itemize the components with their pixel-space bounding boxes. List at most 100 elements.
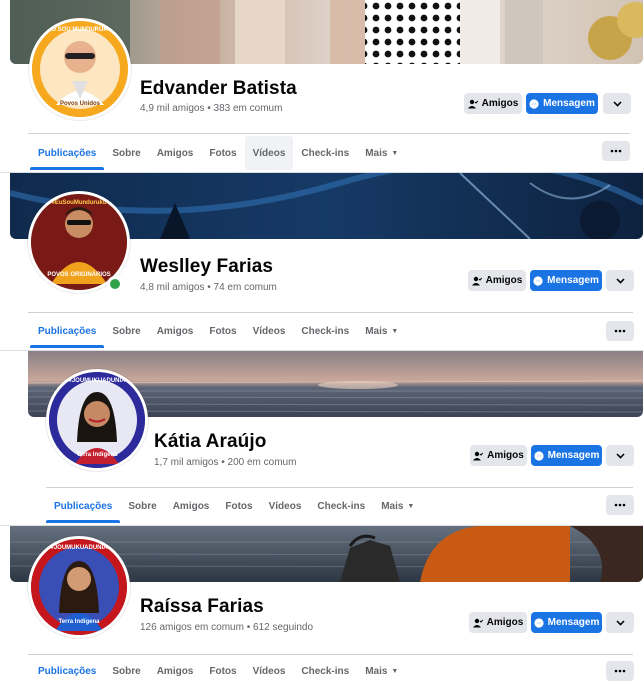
tab-videos[interactable]: Vídeos xyxy=(245,657,294,685)
profile-card-1: TU SOU MUNDURUKU Povos Unidos Edvander B… xyxy=(0,0,643,172)
ellipsis-icon xyxy=(610,149,622,153)
tab-mais-label: Mais xyxy=(365,147,388,159)
profile-friends-count[interactable]: 4,9 mil amigos • 383 em comum xyxy=(140,103,282,114)
tab-fotos[interactable]: Fotos xyxy=(201,314,244,348)
header-divider xyxy=(46,487,633,488)
more-options-button[interactable] xyxy=(606,612,634,633)
tab-publicacoes[interactable]: Publicações xyxy=(46,489,121,523)
tab-check-ins[interactable]: Check-ins xyxy=(309,489,373,523)
friends-button[interactable]: Amigos xyxy=(464,93,522,114)
online-status-dot xyxy=(107,276,123,292)
tab-publicacoes[interactable]: Publicações xyxy=(30,314,105,348)
message-button-label: Mensagem xyxy=(547,617,600,628)
tab-videos[interactable]: Vídeos xyxy=(245,314,294,348)
tab-fotos[interactable]: Fotos xyxy=(201,657,244,685)
avatar-banner-text: #EuSouMunduruku xyxy=(51,200,107,206)
tab-sobre[interactable]: Sobre xyxy=(104,314,148,348)
tab-fotos[interactable]: Fotos xyxy=(217,489,260,523)
friend-check-icon xyxy=(473,451,484,461)
tab-fotos[interactable]: Fotos xyxy=(201,136,244,170)
profile-friends-count[interactable]: 1,7 mil amigos • 200 em comum xyxy=(154,457,296,468)
profile-tabs: Publicações Sobre Amigos Fotos Vídeos Ch… xyxy=(30,136,406,170)
tab-videos[interactable]: Vídeos xyxy=(261,489,310,523)
message-button[interactable]: Mensagem xyxy=(526,93,598,114)
profile-name[interactable]: Weslley Farias xyxy=(140,256,273,278)
profile-avatar[interactable]: #JOUMUKUADUNIA Terra Indígena xyxy=(46,369,148,471)
messenger-icon xyxy=(533,275,543,286)
messenger-icon xyxy=(529,98,539,109)
more-options-button[interactable] xyxy=(603,93,631,114)
avatar-banner-text: TU SOU MUNDURUKU xyxy=(48,27,112,33)
avatar-banner-text: #JOUMUKUADUNIA xyxy=(68,378,126,384)
tab-mais[interactable]: Mais ▼ xyxy=(357,657,406,685)
message-button[interactable]: Mensagem xyxy=(531,612,602,633)
tab-amigos[interactable]: Amigos xyxy=(165,489,218,523)
tab-sobre[interactable]: Sobre xyxy=(120,489,164,523)
message-button[interactable]: Mensagem xyxy=(531,445,602,466)
profile-card-2: #EuSouMunduruku POVOS ORIGINÁRIOS Weslle… xyxy=(0,173,643,349)
tab-check-ins[interactable]: Check-ins xyxy=(293,657,357,685)
tab-videos[interactable]: Vídeos xyxy=(244,136,294,170)
tab-sobre[interactable]: Sobre xyxy=(104,657,148,685)
avatar-bottom-text: Povos Unidos xyxy=(59,101,100,107)
tab-check-ins[interactable]: Check-ins xyxy=(293,314,357,348)
header-divider xyxy=(28,133,630,134)
profile-friends-count[interactable]: 4,8 mil amigos • 74 em comum xyxy=(140,282,277,293)
profile-tabs: Publicações Sobre Amigos Fotos Vídeos Ch… xyxy=(30,314,406,348)
friends-button-label: Amigos xyxy=(487,450,524,461)
ellipsis-icon xyxy=(614,669,626,673)
friends-button-label: Amigos xyxy=(485,275,523,286)
profile-card-3: #JOUMUKUADUNIA Terra Indígena Kátia Araú… xyxy=(0,351,643,525)
avatar-bottom-text: Terra Indígena xyxy=(76,452,118,458)
friend-check-icon xyxy=(472,618,483,628)
tab-publicacoes[interactable]: Publicações xyxy=(30,657,104,685)
tabs-more-button[interactable] xyxy=(606,661,634,681)
tab-mais[interactable]: Mais ▼ xyxy=(357,136,406,170)
tab-publicacoes[interactable]: Publicações xyxy=(30,136,105,170)
profile-name[interactable]: Raíssa Farias xyxy=(140,596,264,618)
avatar-banner-text: #JOUMUKUADUNIA xyxy=(50,545,108,551)
friends-button[interactable]: Amigos xyxy=(469,612,527,633)
message-button[interactable]: Mensagem xyxy=(530,270,602,291)
avatar-bottom-text: Terra Indígena xyxy=(58,619,100,625)
profile-name[interactable]: Edvander Batista xyxy=(140,78,297,100)
header-divider xyxy=(28,654,633,655)
tab-amigos[interactable]: Amigos xyxy=(149,136,202,170)
tab-mais-label: Mais xyxy=(381,500,404,512)
tab-amigos[interactable]: Amigos xyxy=(149,657,202,685)
profile-name[interactable]: Kátia Araújo xyxy=(154,431,266,453)
message-button-label: Mensagem xyxy=(547,275,599,286)
tabs-more-button[interactable] xyxy=(602,141,630,161)
chevron-down-icon xyxy=(615,277,625,284)
profile-friends-count[interactable]: 126 amigos em comum • 612 seguindo xyxy=(140,622,313,633)
chevron-down-icon xyxy=(612,100,622,107)
messenger-icon xyxy=(534,617,544,628)
friend-check-icon xyxy=(471,276,482,286)
tab-check-ins[interactable]: Check-ins xyxy=(293,136,357,170)
profile-avatar[interactable]: #JOUMUKUADUNIA Terra Indígena xyxy=(28,536,130,638)
caret-down-icon: ▼ xyxy=(391,149,399,157)
tab-mais-label: Mais xyxy=(365,665,388,677)
caret-down-icon: ▼ xyxy=(391,327,399,335)
profile-tabs: Publicações Sobre Amigos Fotos Vídeos Ch… xyxy=(30,657,406,685)
profile-tabs: Publicações Sobre Amigos Fotos Vídeos Ch… xyxy=(46,489,422,523)
friends-button-label: Amigos xyxy=(486,617,524,628)
tab-mais[interactable]: Mais ▼ xyxy=(357,314,406,348)
tabs-more-button[interactable] xyxy=(606,321,634,341)
more-options-button[interactable] xyxy=(606,445,634,466)
friends-button[interactable]: Amigos xyxy=(470,445,527,466)
tab-sobre[interactable]: Sobre xyxy=(104,136,148,170)
friends-button-label: Amigos xyxy=(481,98,519,109)
friends-button[interactable]: Amigos xyxy=(468,270,526,291)
profile-card-4: #JOUMUKUADUNIA Terra Indígena Raíssa Far… xyxy=(0,526,643,685)
more-options-button[interactable] xyxy=(606,270,634,291)
tabs-more-button[interactable] xyxy=(606,495,634,515)
chevron-down-icon xyxy=(615,619,625,626)
tab-mais[interactable]: Mais ▼ xyxy=(373,489,422,523)
friend-check-icon xyxy=(467,99,478,109)
ellipsis-icon xyxy=(614,503,626,507)
tab-amigos[interactable]: Amigos xyxy=(149,314,202,348)
profile-avatar[interactable]: TU SOU MUNDURUKU Povos Unidos xyxy=(29,18,131,120)
ellipsis-icon xyxy=(614,329,626,333)
caret-down-icon: ▼ xyxy=(407,502,415,510)
